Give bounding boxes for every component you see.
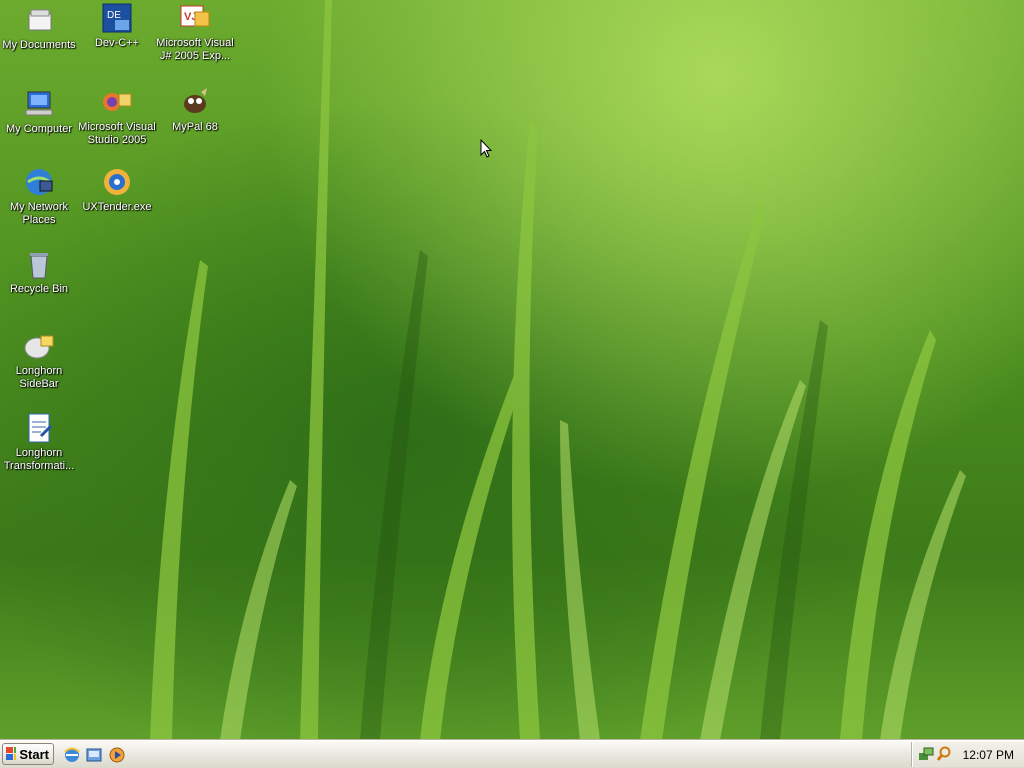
visual-studio-icon — [101, 86, 133, 118]
icon-label: Dev-C++ — [94, 37, 140, 49]
icon-label: My Network Places — [9, 201, 69, 226]
icon-label: Longhorn Transformati... — [3, 447, 75, 472]
uxtender-icon — [101, 166, 133, 198]
visual-jsharp-icon: VJ — [179, 2, 211, 34]
icon-label: My Documents — [2, 39, 76, 51]
system-tray: 12:07 PM — [911, 742, 1024, 767]
desktop-icon-recycle-bin[interactable]: Recycle Bin — [0, 248, 78, 296]
desktop-icon-uxtender[interactable]: UXTender.exe — [78, 166, 156, 214]
icon-label: Recycle Bin — [9, 283, 69, 295]
recycle-bin-icon — [23, 248, 55, 280]
clock[interactable]: 12:07 PM — [963, 748, 1014, 762]
longhorn-sidebar-icon — [23, 330, 55, 362]
icon-label: MyPal 68 — [172, 121, 218, 133]
desktop-icon-visual-jsharp[interactable]: VJ Microsoft Visual J# 2005 Exp... — [156, 2, 234, 63]
desktop-icon-longhorn-sidebar[interactable]: Longhorn SideBar — [0, 330, 78, 391]
taskbar: Start 12:07 PM — [0, 740, 1024, 768]
icon-label: Microsoft Visual J# 2005 Exp... — [156, 37, 234, 62]
desktop-icon-dev-cpp[interactable]: DE Dev-C++ — [78, 2, 156, 50]
desktop-icon-mypal[interactable]: MyPal 68 — [156, 86, 234, 134]
svg-text:DE: DE — [107, 10, 121, 21]
search-tray-icon[interactable] — [936, 746, 952, 762]
mouse-cursor-icon — [480, 138, 493, 159]
media-player-icon[interactable] — [108, 746, 126, 764]
my-computer-icon — [23, 88, 55, 120]
icon-label: Longhorn SideBar — [15, 365, 63, 390]
mypal-icon — [179, 86, 211, 118]
internet-explorer-icon[interactable] — [63, 746, 81, 764]
desktop-icon-visual-studio[interactable]: Microsoft Visual Studio 2005 — [78, 86, 156, 147]
dev-cpp-icon: DE — [101, 2, 133, 34]
start-label: Start — [19, 746, 49, 762]
start-button[interactable]: Start — [2, 743, 54, 765]
network-tray-icon[interactable] — [918, 746, 934, 762]
icon-label: UXTender.exe — [82, 201, 152, 213]
show-desktop-icon[interactable] — [85, 746, 103, 764]
windows-logo-icon — [6, 747, 17, 760]
my-documents-icon — [23, 4, 55, 36]
desktop-icon-longhorn-transformation[interactable]: Longhorn Transformati... — [0, 412, 78, 473]
network-places-icon — [23, 166, 55, 198]
desktop-icon-network-places[interactable]: My Network Places — [0, 166, 78, 227]
longhorn-transformation-icon — [23, 412, 55, 444]
icon-label: Microsoft Visual Studio 2005 — [78, 121, 156, 146]
icon-label: My Computer — [5, 123, 73, 135]
desktop-icon-my-documents[interactable]: My Documents — [0, 4, 78, 52]
desktop-icon-my-computer[interactable]: My Computer — [0, 88, 78, 136]
